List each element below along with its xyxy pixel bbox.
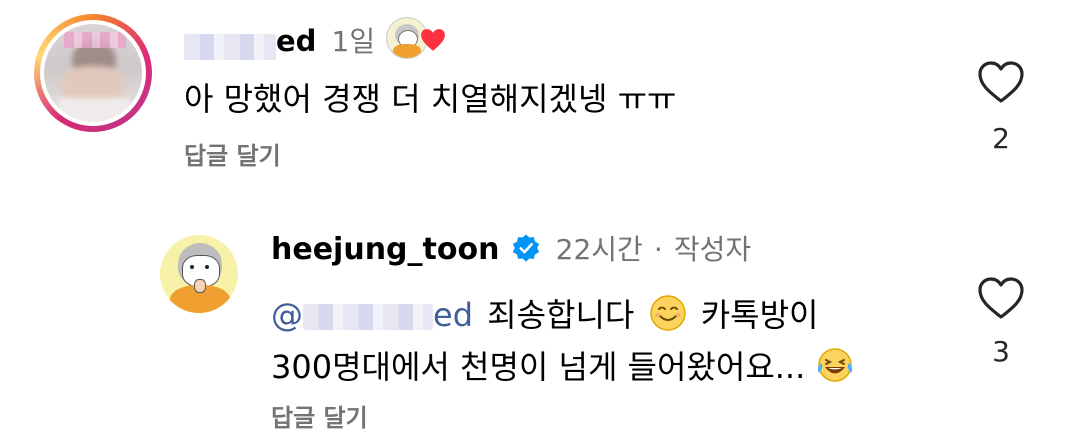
like-count: 3 <box>992 335 1010 368</box>
avatar <box>44 24 142 122</box>
story-ring-avatar[interactable] <box>34 14 152 132</box>
separator: · <box>653 233 663 266</box>
comment-text-line2: 300명대에서 천명이 넘게 들어왔어요... <box>271 342 855 388</box>
reply-button[interactable]: 답글 달기 <box>184 136 281 171</box>
like-count: 2 <box>992 122 1010 155</box>
author-tag: 작성자 <box>673 233 752 266</box>
comment-text-line1: @ ed 죄송합니다 카톡방이 <box>271 294 819 334</box>
avatar[interactable] <box>160 235 238 313</box>
verified-badge-icon <box>511 233 541 263</box>
username-suffix[interactable]: ed <box>276 24 316 58</box>
mention-link[interactable]: @ ed <box>271 296 473 334</box>
comment-text: 아 망했어 경쟁 더 치열해지겠넹 ㅠㅠ <box>184 80 677 118</box>
username[interactable]: heejung_toon <box>271 232 499 267</box>
username-row: ed 1일 <box>184 20 376 60</box>
smile-emoji-icon <box>649 294 687 332</box>
blurred-username <box>184 33 276 60</box>
comment-time: 22시간 <box>555 233 643 266</box>
comment-time: 1일 <box>331 25 376 58</box>
username-row: heejung_toon 22시간 · 작성자 <box>271 228 751 272</box>
heart-outline-icon[interactable] <box>977 60 1025 104</box>
blurred-mention <box>303 304 433 330</box>
reply-button[interactable]: 답글 달기 <box>271 398 368 433</box>
red-heart-icon <box>420 28 446 52</box>
heart-outline-icon[interactable] <box>977 276 1025 320</box>
laugh-cry-emoji-icon <box>815 346 855 384</box>
